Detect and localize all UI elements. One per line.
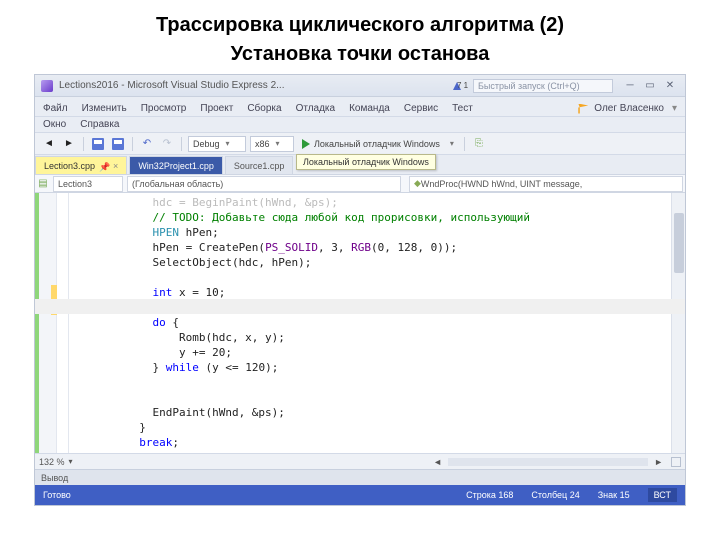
code-line[interactable]: Romb(hdc, x, y); xyxy=(73,330,671,345)
close-button[interactable]: ✕ xyxy=(661,79,679,93)
outline-gutter[interactable] xyxy=(57,193,69,453)
menu-build[interactable]: Сборка xyxy=(245,101,283,116)
notification-badge[interactable]: 7 1 xyxy=(445,79,469,93)
menubar-row2: Окно Справка xyxy=(35,117,685,133)
save-all-button[interactable] xyxy=(90,136,106,152)
code-editor[interactable]: hdc = BeginPaint(hWnd, &ps); // TODO: До… xyxy=(35,193,685,453)
menu-service[interactable]: Сервис xyxy=(402,101,440,116)
horizontal-scrollbar[interactable] xyxy=(448,458,648,466)
slide-subtitle: Установка точки останова xyxy=(0,43,720,74)
menu-help[interactable]: Справка xyxy=(78,117,121,132)
pin-icon[interactable]: 📌 xyxy=(99,162,107,170)
tab-win32project1[interactable]: Win32Project1.cpp xyxy=(129,156,223,174)
zoom-value[interactable]: 132 % xyxy=(39,457,65,467)
status-ready: Готово xyxy=(43,490,71,500)
toolbar-extra-button[interactable]: ⎘ xyxy=(471,136,487,152)
debugger-label: Локальный отладчик Windows xyxy=(310,139,444,149)
disk-icon xyxy=(92,138,104,150)
slide-title: Трассировка циклического алгоритма (2) xyxy=(0,0,720,43)
window-title: Lections2016 - Microsoft Visual Studio E… xyxy=(59,80,445,91)
code-line[interactable]: case WM_DESTROY: xyxy=(73,450,671,453)
nav-member-dropdown[interactable]: ◆ WndProc(HWND hWnd, UINT message, xyxy=(409,176,683,192)
nav-scope-dropdown[interactable]: (Глобальная область) xyxy=(127,176,401,192)
play-icon xyxy=(302,139,310,149)
statusbar: Готово Строка 168 Столбец 24 Знак 15 ВСТ xyxy=(35,485,685,505)
status-line: Строка 168 xyxy=(466,490,513,500)
code-line[interactable]: hPen = CreatePen(PS_SOLID, 3, RGB(0, 128… xyxy=(73,240,671,255)
code-line[interactable] xyxy=(73,390,671,405)
status-char: Знак 15 xyxy=(598,490,630,500)
code-line[interactable]: // TODO: Добавьте сюда любой код прорисо… xyxy=(73,210,671,225)
menu-window[interactable]: Окно xyxy=(41,117,68,132)
menu-team[interactable]: Команда xyxy=(347,101,392,116)
breakpoint-gutter[interactable] xyxy=(35,193,57,453)
maximize-button[interactable]: ▭ xyxy=(641,79,659,93)
menu-view[interactable]: Просмотр xyxy=(139,101,189,116)
status-col: Столбец 24 xyxy=(531,490,579,500)
output-panel-header[interactable]: Вывод xyxy=(35,469,685,485)
code-line[interactable]: } xyxy=(73,420,671,435)
close-icon[interactable]: × xyxy=(113,161,118,171)
h-scroll-left[interactable]: ◄ xyxy=(433,457,442,467)
debugger-tooltip: Локальный отладчик Windows xyxy=(296,154,436,170)
zoom-bar: 132 %▾ ◄ ► xyxy=(35,453,685,469)
scroll-thumb[interactable] xyxy=(674,213,684,273)
start-debug-button[interactable]: Локальный отладчик Windows ▾ Локальный о… xyxy=(298,136,458,152)
menu-test[interactable]: Тест xyxy=(450,101,475,116)
code-line[interactable]: SelectObject(hdc, hPen); xyxy=(73,255,671,270)
code-line[interactable] xyxy=(73,375,671,390)
code-line[interactable]: do { xyxy=(73,315,671,330)
nav-back-button[interactable]: ◄ xyxy=(41,136,57,152)
status-insert-mode[interactable]: ВСТ xyxy=(648,488,677,502)
vs-window: Lections2016 - Microsoft Visual Studio E… xyxy=(34,74,686,506)
code-line[interactable]: hdc = BeginPaint(hWnd, &ps); xyxy=(73,195,671,210)
code-line[interactable]: y += 20; xyxy=(73,345,671,360)
code-navbar: ▤ Lection3 (Глобальная область) ◆ WndPro… xyxy=(35,175,685,193)
nav-module-dropdown[interactable]: Lection3 xyxy=(53,176,123,192)
menu-edit[interactable]: Изменить xyxy=(80,101,129,116)
flag-icon xyxy=(578,104,588,114)
split-toggle[interactable] xyxy=(671,457,681,467)
code-line[interactable] xyxy=(73,270,671,285)
redo-button[interactable]: ↷ xyxy=(159,136,175,152)
minimize-button[interactable]: ─ xyxy=(621,79,639,93)
menu-file[interactable]: Файл xyxy=(41,101,70,116)
undo-button[interactable]: ↶ xyxy=(139,136,155,152)
tab-lection3[interactable]: Lection3.cpp📌× xyxy=(35,156,127,174)
code-line[interactable]: break; xyxy=(73,435,671,450)
platform-dropdown[interactable]: x86▾ xyxy=(250,136,294,152)
vertical-scrollbar[interactable] xyxy=(671,193,685,453)
menu-project[interactable]: Проект xyxy=(198,101,235,116)
code-content[interactable]: hdc = BeginPaint(hWnd, &ps); // TODO: До… xyxy=(69,193,671,453)
code-line[interactable]: EndPaint(hWnd, &ps); xyxy=(73,405,671,420)
quick-launch-input[interactable]: Быстрый запуск (Ctrl+Q) xyxy=(473,79,613,93)
tab-source1[interactable]: Source1.cpp xyxy=(225,156,294,174)
h-scroll-right[interactable]: ► xyxy=(654,457,663,467)
code-line[interactable]: int x = 10; xyxy=(73,285,671,300)
user-name: Олег Власенко xyxy=(592,101,666,116)
code-line[interactable]: HPEN hPen; xyxy=(73,225,671,240)
nav-module-icon[interactable]: ▤ xyxy=(35,176,51,192)
nav-fwd-button[interactable]: ► xyxy=(61,136,77,152)
code-line[interactable]: } while (y <= 120); xyxy=(73,360,671,375)
menu-debug[interactable]: Отладка xyxy=(294,101,338,116)
user-badge[interactable]: Олег Власенко ▾ xyxy=(578,101,679,116)
vs-logo-icon xyxy=(41,80,53,92)
config-dropdown[interactable]: Debug▾ xyxy=(188,136,246,152)
toolbar: ◄ ► ↶ ↷ Debug▾ x86▾ Локальный отладчик W… xyxy=(35,133,685,155)
menubar: Файл Изменить Просмотр Проект Сборка Отл… xyxy=(35,97,685,117)
disk-icon xyxy=(112,138,124,150)
save-button[interactable] xyxy=(110,136,126,152)
titlebar: Lections2016 - Microsoft Visual Studio E… xyxy=(35,75,685,97)
